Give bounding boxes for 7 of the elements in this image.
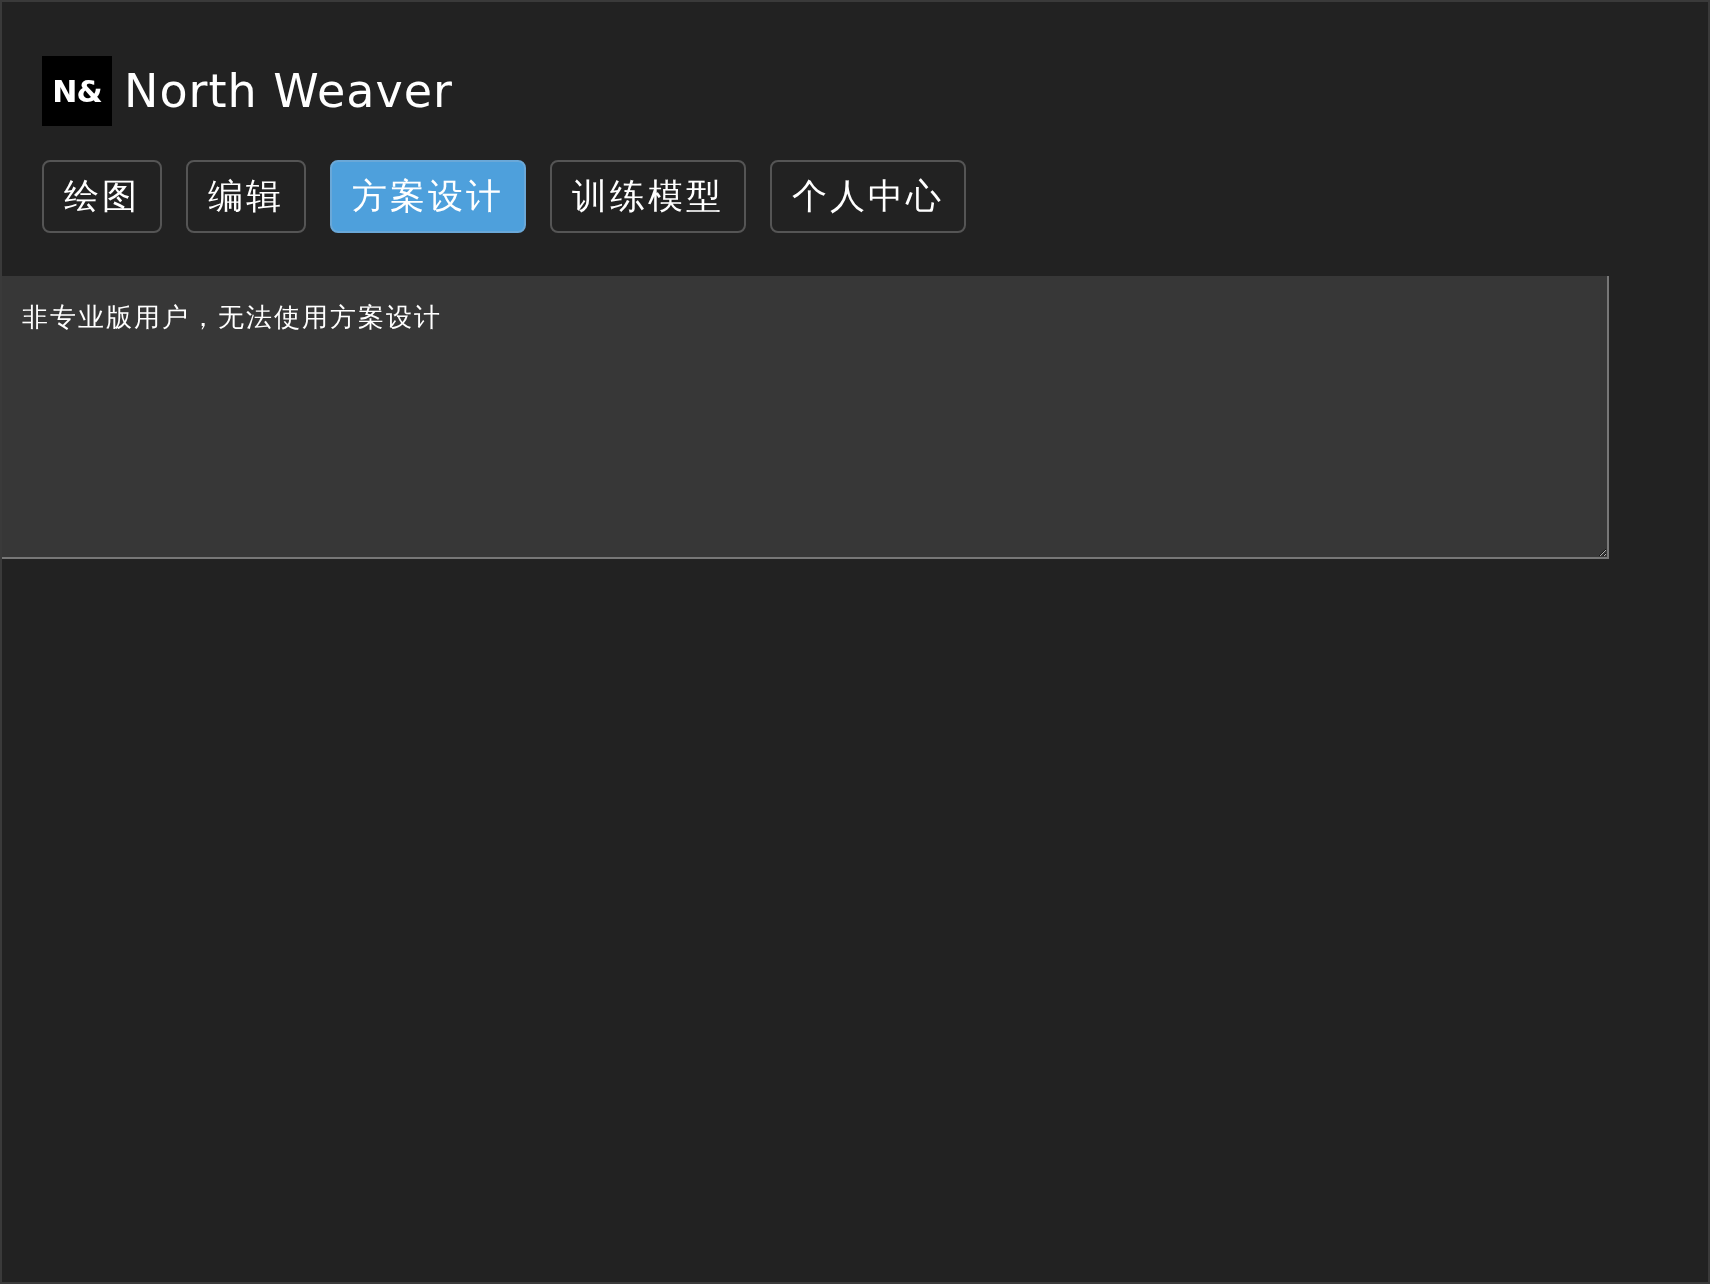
- nav-tab[interactable]: 绘图: [42, 160, 162, 233]
- app-title: North Weaver: [124, 64, 453, 118]
- logo-mark: N&: [42, 56, 112, 126]
- nav-tab[interactable]: 训练模型: [550, 160, 746, 233]
- output-field[interactable]: 非专业版用户，无法使用方案设计: [2, 276, 1609, 559]
- nav-tab[interactable]: 个人中心: [770, 160, 966, 233]
- nav-tab[interactable]: 编辑: [186, 160, 306, 233]
